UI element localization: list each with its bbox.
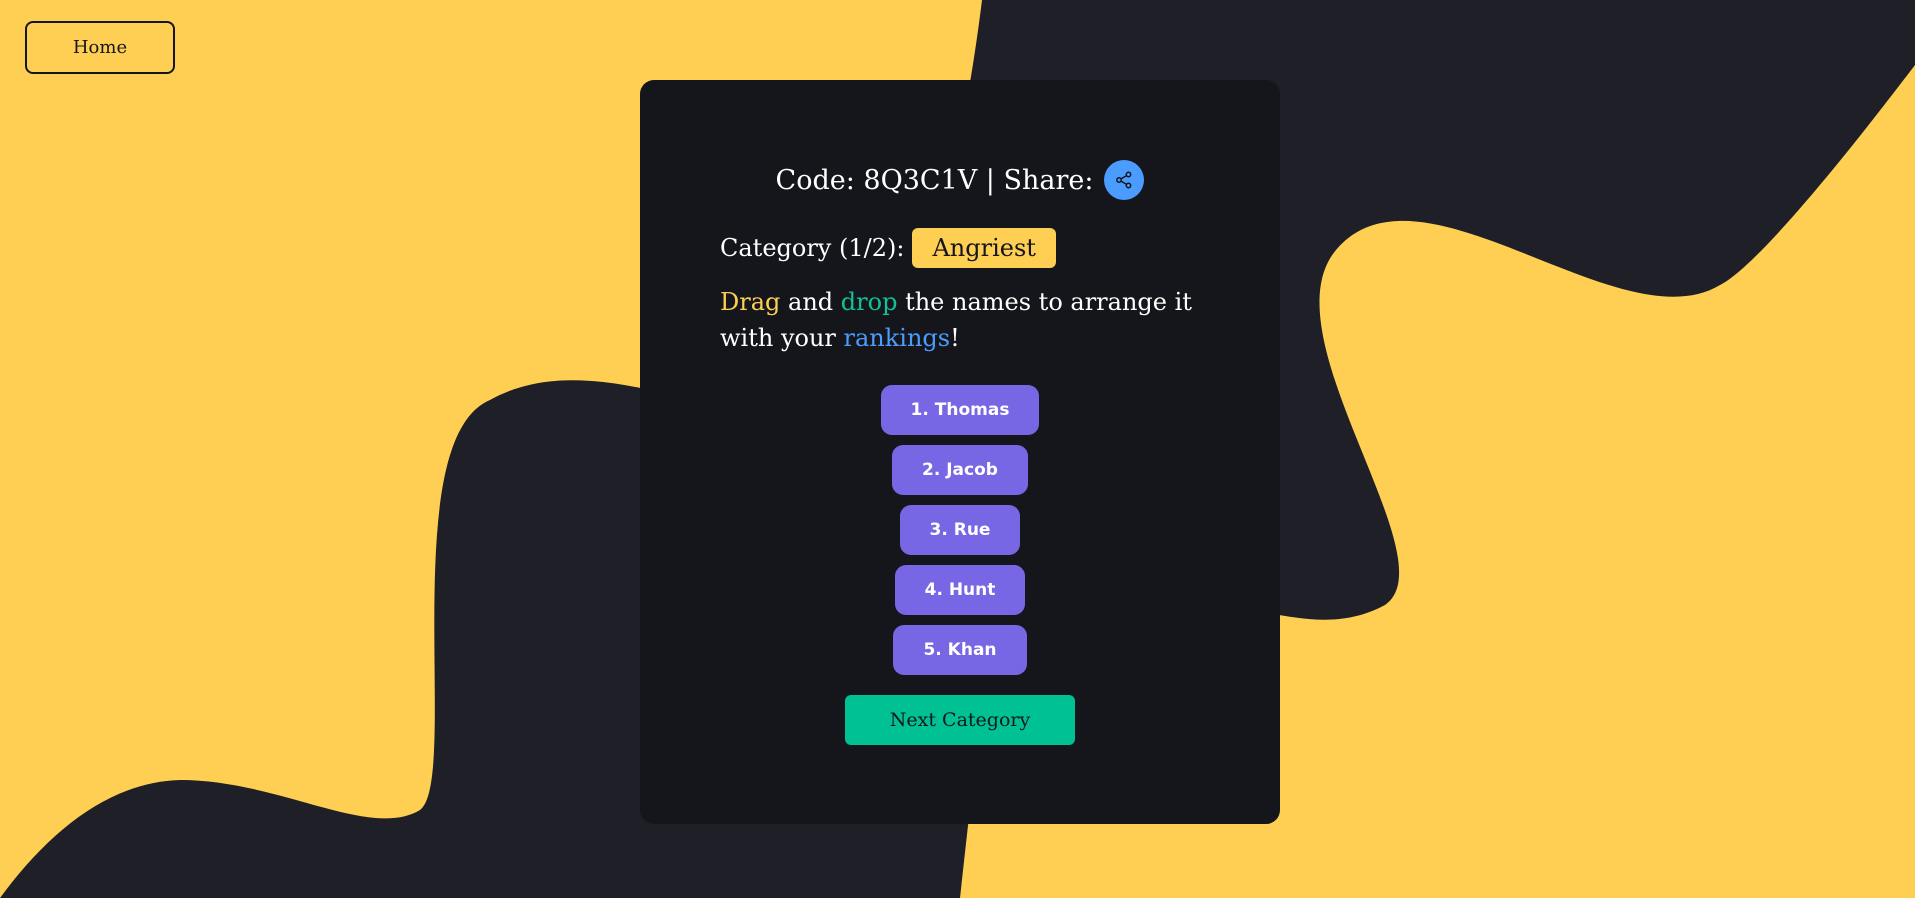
ranking-list: 1. Thomas 2. Jacob 3. Rue 4. Hunt 5. Kha…: [640, 385, 1280, 685]
room-code-text: Code: 8Q3C1V | Share:: [775, 164, 1094, 196]
category-label: Category (1/2):: [720, 234, 905, 262]
rank-item-rue[interactable]: 3. Rue: [899, 505, 1021, 555]
instruction-text-end: !: [950, 324, 960, 352]
category-badge: Angriest: [912, 228, 1056, 268]
rank-item-jacob[interactable]: 2. Jacob: [892, 445, 1028, 495]
instruction-word-drop: drop: [840, 288, 898, 316]
rank-item-thomas[interactable]: 1. Thomas: [880, 385, 1040, 435]
instructions-text: Drag and drop the names to arrange it wi…: [720, 284, 1200, 356]
instruction-word-rankings: rankings: [843, 324, 951, 352]
game-card: Code: 8Q3C1V | Share: Category (1/2): An…: [640, 80, 1280, 824]
category-row: Category (1/2): Angriest: [720, 228, 1056, 268]
instruction-text-and: and: [780, 288, 841, 316]
room-code-row: Code: 8Q3C1V | Share:: [640, 160, 1280, 200]
rank-item-hunt[interactable]: 4. Hunt: [894, 565, 1026, 615]
rank-item-khan[interactable]: 5. Khan: [893, 625, 1027, 675]
share-icon: [1116, 171, 1132, 189]
share-button[interactable]: [1104, 160, 1145, 200]
instruction-word-drag: Drag: [720, 288, 781, 316]
home-button[interactable]: Home: [25, 21, 175, 74]
next-category-button[interactable]: Next Category: [845, 695, 1075, 745]
